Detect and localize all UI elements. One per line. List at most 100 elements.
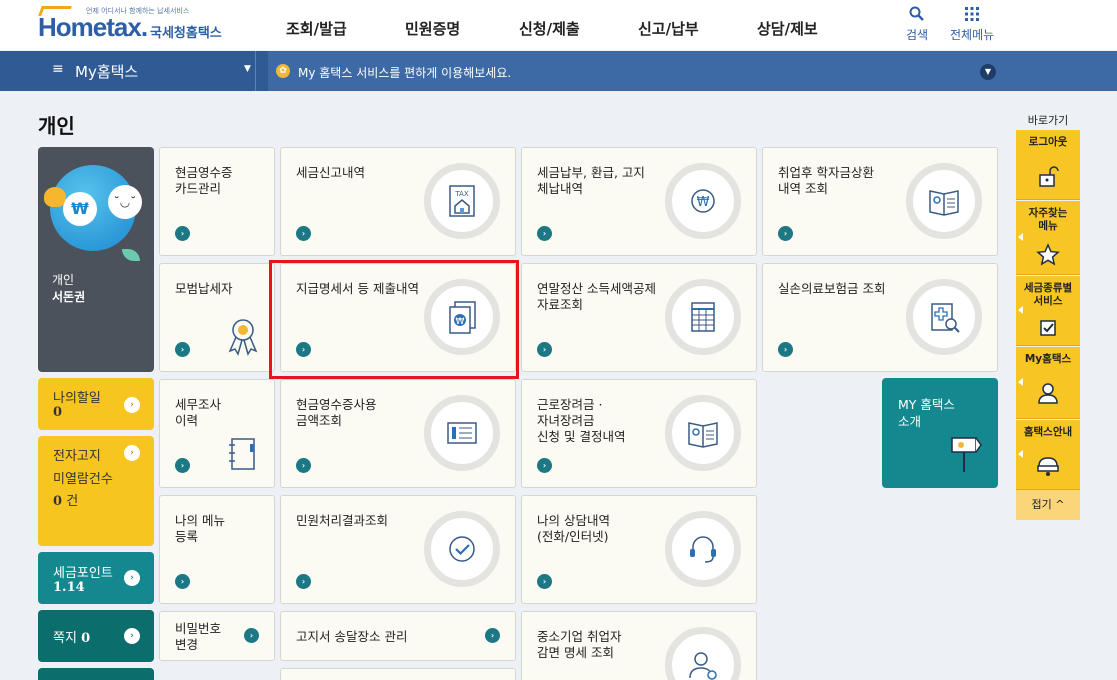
- chevron-right-icon: ›: [124, 397, 140, 413]
- fold-button[interactable]: 접기 ^: [1016, 490, 1080, 520]
- quick-tax-type-label: 세금종류별 서비스: [1023, 282, 1073, 307]
- grid-menu-icon: [950, 6, 994, 26]
- my-intro-label: MY 홈택스 소개: [898, 397, 955, 429]
- tax-house-icon: TAX: [424, 163, 500, 239]
- checkbox-icon: [1040, 320, 1056, 336]
- signpost-icon: [951, 437, 982, 472]
- quick-hometax-guide[interactable]: 홈택스안내: [1016, 420, 1080, 490]
- card-sme-employee-reduction[interactable]: 중소기업 취업자 감면 명세 조회: [521, 611, 757, 680]
- quick-faq-menu[interactable]: 자주찾는 메뉴: [1016, 201, 1080, 275]
- page-title: 개인: [38, 114, 75, 138]
- quick-logout-label: 로그아웃: [1028, 136, 1068, 148]
- tax-icon-text: TAX: [454, 190, 469, 198]
- my-hometax-dropdown[interactable]: ≡ My홈택스 ▼: [0, 51, 268, 91]
- card-medical-insurance[interactable]: 실손의료보험금 조회 ›: [762, 263, 998, 372]
- gnb-certificate[interactable]: 민원증명: [405, 18, 460, 39]
- gnb-application[interactable]: 신청/제출: [519, 18, 580, 39]
- card-my-consultation[interactable]: 나의 상담내역 (전화/인터넷) ›: [521, 495, 757, 604]
- card-tax-payment-refund[interactable]: 세금납부, 환급, 고지 체납내역 › ₩: [521, 147, 757, 256]
- chevron-right-icon: ›: [124, 628, 140, 644]
- card-bill-delivery[interactable]: 고지서 송달장소 관리 ›: [280, 611, 516, 661]
- go-arrow-icon: ›: [244, 628, 259, 643]
- card-title: 현금영수증 카드관리: [175, 165, 233, 196]
- card-title: 나의 상담내역 (전화/인터넷): [537, 513, 610, 544]
- card-title: 중소기업 취업자 감면 명세 조회: [537, 629, 622, 660]
- card-earned-income-incentive[interactable]: 근로장려금 · 자녀장려금 신청 및 결정내역 ›: [521, 379, 757, 488]
- card-next[interactable]: [280, 668, 516, 680]
- person-icon: [1038, 383, 1058, 404]
- card-title: 세무조사 이력: [175, 397, 222, 428]
- ebill-unit: 건: [66, 494, 79, 509]
- card-cash-receipt-card[interactable]: 현금영수증 카드관리 ›: [159, 147, 275, 256]
- won-coin-icon: ₩: [63, 192, 97, 226]
- card-tax-audit-history[interactable]: 세무조사 이력 ›: [159, 379, 275, 488]
- all-menu-button[interactable]: 전체메뉴: [950, 6, 994, 43]
- go-arrow-icon: ›: [175, 458, 190, 473]
- card-student-loan[interactable]: 취업후 학자금상환 내역 조회 ›: [762, 147, 998, 256]
- open-book-icon: [665, 395, 741, 471]
- card-title: 실손의료보험금 조회: [778, 281, 886, 296]
- spreadsheet-icon: [665, 279, 741, 355]
- my-hometax-intro[interactable]: MY 홈택스 소개: [882, 378, 998, 488]
- next-box[interactable]: [38, 668, 154, 680]
- card-title: 민원처리결과조회: [296, 513, 389, 528]
- gnb-report-payment[interactable]: 신고/납부: [638, 18, 699, 39]
- notice-expand-button[interactable]: ▼: [980, 64, 996, 80]
- go-arrow-icon: ›: [778, 226, 793, 241]
- search-button[interactable]: 검색: [906, 6, 928, 43]
- leaf-icon: [122, 249, 140, 261]
- go-arrow-icon: ›: [175, 226, 190, 241]
- headset-icon: [665, 511, 741, 587]
- profile-role: 개인: [52, 273, 75, 287]
- card-cash-receipt-amount[interactable]: 현금영수증사용 금액조회 ›: [280, 379, 516, 488]
- go-arrow-icon: ›: [778, 342, 793, 357]
- card-title: 현금영수증사용 금액조회: [296, 397, 377, 428]
- card-year-end-settlement[interactable]: 연말정산 소득세액공제 자료조회 ›: [521, 263, 757, 372]
- card-tax-report-history[interactable]: 세금신고내역 › TAX: [280, 147, 516, 256]
- todo-box[interactable]: 나의할일 0 ›: [38, 378, 154, 430]
- card-change-password[interactable]: 비밀번호 변경 ›: [159, 611, 275, 661]
- go-arrow-icon: ›: [296, 458, 311, 473]
- points-label: 세금포인트: [53, 566, 113, 581]
- won-coin-icon: ₩: [665, 163, 741, 239]
- profile-card: ₩ ˘◡˘ 개인 서돈권: [38, 147, 154, 372]
- go-arrow-icon: ›: [175, 574, 190, 589]
- ebill-label-2: 미열람건수: [53, 472, 113, 487]
- card-title: 나의 메뉴 등록: [175, 513, 225, 544]
- star-icon: [1036, 243, 1060, 266]
- card-my-menu-register[interactable]: 나의 메뉴 등록 ›: [159, 495, 275, 604]
- memo-label: 쪽지: [53, 631, 77, 646]
- quick-logout[interactable]: 로그아웃: [1016, 130, 1080, 200]
- all-menu-label: 전체메뉴: [950, 28, 995, 42]
- go-arrow-icon: ›: [485, 628, 500, 643]
- tax-points-box[interactable]: 세금포인트 1.14 ›: [38, 552, 154, 604]
- ebill-count: 0: [53, 494, 63, 509]
- divider: [255, 51, 269, 91]
- gnb-inquiry[interactable]: 조회/발급: [286, 18, 347, 39]
- quick-tax-type-service[interactable]: 세금종류별 서비스: [1016, 276, 1080, 346]
- go-arrow-icon: ›: [537, 458, 552, 473]
- medical-search-icon: [906, 279, 982, 355]
- memo-box[interactable]: 쪽지 0 ›: [38, 610, 154, 662]
- go-arrow-icon: ›: [296, 574, 311, 589]
- person-search-icon: [665, 627, 741, 680]
- chevron-right-icon: ›: [124, 445, 140, 461]
- go-arrow-icon: ›: [175, 342, 190, 357]
- check-circle-icon: [424, 511, 500, 587]
- hometax-logo[interactable]: 언제 어디서나 함께하는 납세서비스 Hometax. 국세청홈택스: [38, 4, 228, 46]
- quick-guide-label: 홈택스안내: [1023, 426, 1073, 438]
- card-title: 근로장려금 · 자녀장려금 신청 및 결정내역: [537, 397, 626, 444]
- card-title: 고지서 송달장소 관리: [296, 629, 408, 644]
- profile-name: 서돈권: [52, 290, 86, 304]
- memo-count: 0: [81, 631, 91, 646]
- quick-my-hometax[interactable]: My홈택스: [1016, 347, 1080, 419]
- go-arrow-icon: ›: [537, 226, 552, 241]
- gnb-consult[interactable]: 상담/제보: [757, 18, 818, 39]
- points-value: 1.14: [53, 580, 85, 595]
- ebill-box[interactable]: 전자고지 미열람건수 0 건 ›: [38, 436, 154, 546]
- smile-icon: ˘◡˘: [108, 185, 142, 219]
- card-civil-result[interactable]: 민원처리결과조회 ›: [280, 495, 516, 604]
- medal-icon: [228, 319, 258, 356]
- go-arrow-icon: ›: [537, 574, 552, 589]
- card-model-taxpayer[interactable]: 모범납세자 ›: [159, 263, 275, 372]
